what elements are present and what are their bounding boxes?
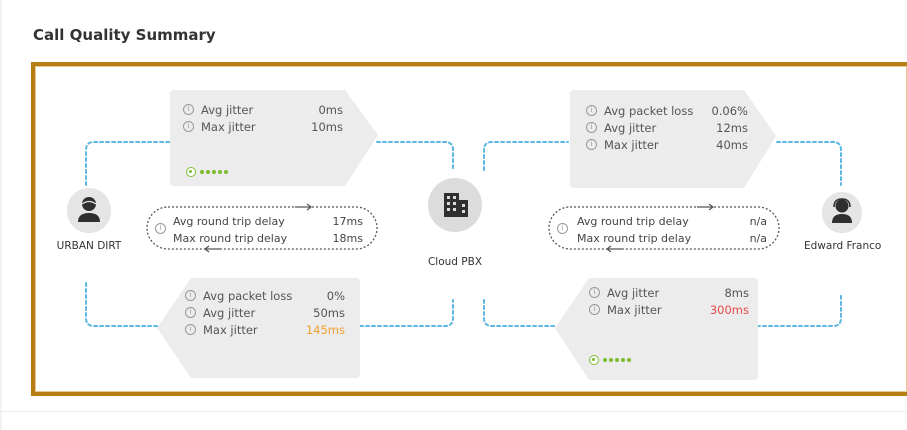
avg-round-trip-row: Avg round trip delay 17ms [173,215,363,228]
stat-label: Avg round trip delay [173,215,285,228]
stat-label: Avg packet loss [203,288,293,303]
stat-row: i Avg jitter 8ms [589,284,749,301]
info-icon[interactable]: i [183,104,194,115]
node-cloud-pbx: Cloud PBX [425,178,485,268]
stat-card-top-left: i Avg jitter 0ms i Max jitter 10ms [170,90,380,190]
stat-label: Max jitter [201,119,256,134]
stat-value: 0ms [318,102,343,117]
stat-value: 40ms [716,137,748,152]
stat-value: n/a [749,232,767,245]
section-divider [0,411,907,412]
stat-value: n/a [749,215,767,228]
stat-value: 0% [326,288,345,303]
info-icon[interactable]: i [155,223,166,234]
avg-round-trip-row: Avg round trip delay n/a [577,215,767,228]
info-icon[interactable]: i [586,105,597,116]
stat-value: 10ms [311,119,343,134]
info-icon[interactable]: i [589,304,600,315]
stat-value: 12ms [716,120,748,135]
stat-row: i Avg jitter 0ms [183,101,343,118]
node-label: URBAN DIRT [56,240,122,252]
stat-label: Avg jitter [604,120,657,135]
stat-value-critical: 300ms [709,302,749,317]
building-icon [428,178,482,232]
stat-label: Max jitter [203,322,258,337]
max-round-trip-row: Max round trip delay n/a [577,232,767,245]
headset-user-icon [822,192,862,232]
stat-value: 50ms [313,305,345,320]
mos-quality-icon[interactable] [589,355,631,365]
stat-row: i Max jitter 300ms [589,301,749,318]
stat-value: 18ms [332,232,363,245]
user-icon [67,188,111,232]
stat-value: 0.06% [711,103,748,118]
info-icon[interactable]: i [586,139,597,150]
stat-card-top-right: i Avg packet loss 0.06% i Avg jitter 12m… [570,90,780,190]
info-icon[interactable]: i [185,307,196,318]
node-edward-franco: Edward Franco [804,192,882,252]
max-round-trip-row: Max round trip delay 18ms [173,232,363,245]
stat-card-bottom-left: i Avg packet loss 0% i Avg jitter 50ms i… [155,278,360,378]
mos-quality-icon[interactable] [186,167,228,177]
info-icon[interactable]: i [185,290,196,301]
stat-label: Max round trip delay [577,232,692,245]
stat-row: i Avg jitter 50ms [185,304,345,321]
stat-row: i Avg packet loss 0.06% [586,102,748,119]
info-icon[interactable]: i [589,287,600,298]
stat-value-warning: 145ms [305,322,345,337]
info-icon[interactable]: i [185,324,196,335]
stat-label: Max jitter [607,302,662,317]
info-icon[interactable]: i [557,223,568,234]
stat-label: Avg jitter [607,285,660,300]
node-label: Cloud PBX [427,256,483,268]
node-urban-dirt: URBAN DIRT [54,188,124,252]
node-label: Edward Franco [804,240,882,252]
round-trip-pill-left: i Avg round trip delay 17ms Max round tr… [145,199,380,257]
stat-label: Avg jitter [201,102,254,117]
stat-value: 17ms [332,215,363,228]
stat-label: Avg packet loss [604,103,694,118]
round-trip-pill-right: i Avg round trip delay n/a Max round tri… [547,199,782,257]
stat-row: i Max jitter 145ms [185,321,345,338]
stat-label: Max round trip delay [173,232,288,245]
info-icon[interactable]: i [183,121,194,132]
stat-value: 8ms [724,285,749,300]
info-icon[interactable]: i [586,122,597,133]
stat-label: Avg jitter [203,305,256,320]
stat-row: i Max jitter 40ms [586,136,748,153]
stat-card-bottom-right: i Avg jitter 8ms i Max jitter 300ms [553,278,758,380]
stat-row: i Avg jitter 12ms [586,119,748,136]
stat-row: i Max jitter 10ms [183,118,343,135]
stat-row: i Avg packet loss 0% [185,287,345,304]
stat-label: Max jitter [604,137,659,152]
stat-label: Avg round trip delay [577,215,689,228]
